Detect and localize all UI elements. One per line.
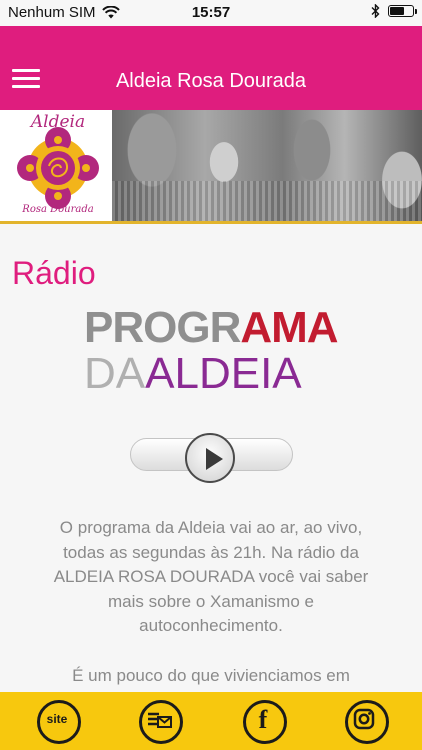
site-label: site (46, 712, 68, 726)
bottom-tab-bar: site f (0, 692, 422, 750)
radio-description: O programa da Aldeia vai ao ar, ao vivo,… (53, 518, 369, 635)
status-right (371, 4, 417, 18)
instagram-button[interactable] (343, 698, 389, 744)
top-navbar: Aldeia Rosa Dourada (0, 26, 422, 110)
app-title: Aldeia Rosa Dourada (115, 70, 307, 92)
radio-description-more: É um pouco do que vivienciamos em (72, 666, 350, 685)
bluetooth-icon (371, 4, 380, 18)
status-bar: Nenhum SIM 15:57 (0, 0, 422, 26)
program-logo: PROGRAMA DAALDEIA (84, 306, 340, 398)
battery-icon (388, 5, 417, 17)
program-logo-line1: PROGRAMA (84, 303, 339, 352)
banner-photo (112, 110, 422, 221)
newsletter-button[interactable] (137, 698, 183, 744)
program-logo-part: ALDEIA (145, 349, 302, 398)
play-icon (206, 448, 223, 470)
logo-subtitle: Rosa Dourada (22, 204, 94, 215)
banner-divider (0, 221, 422, 224)
clock: 15:57 (191, 4, 231, 21)
rose-emblem-icon (17, 127, 99, 209)
aldeia-logo: Aldeia Rosa Dourada (8, 112, 108, 219)
program-logo-line2: DAALDEIA (84, 352, 302, 396)
program-logo-part: AMA (240, 303, 338, 352)
facebook-button[interactable]: f (241, 698, 287, 744)
header-banner: Aldeia Rosa Dourada (0, 110, 422, 221)
play-button[interactable] (185, 433, 235, 483)
site-button[interactable]: site (35, 698, 81, 744)
facebook-label: f (258, 705, 268, 734)
program-logo-part: PROGR (84, 303, 241, 352)
newsletter-icon (148, 712, 172, 728)
program-logo-part: DA (84, 349, 146, 398)
instagram-icon (353, 708, 375, 730)
page-title: Rádio (12, 255, 96, 291)
